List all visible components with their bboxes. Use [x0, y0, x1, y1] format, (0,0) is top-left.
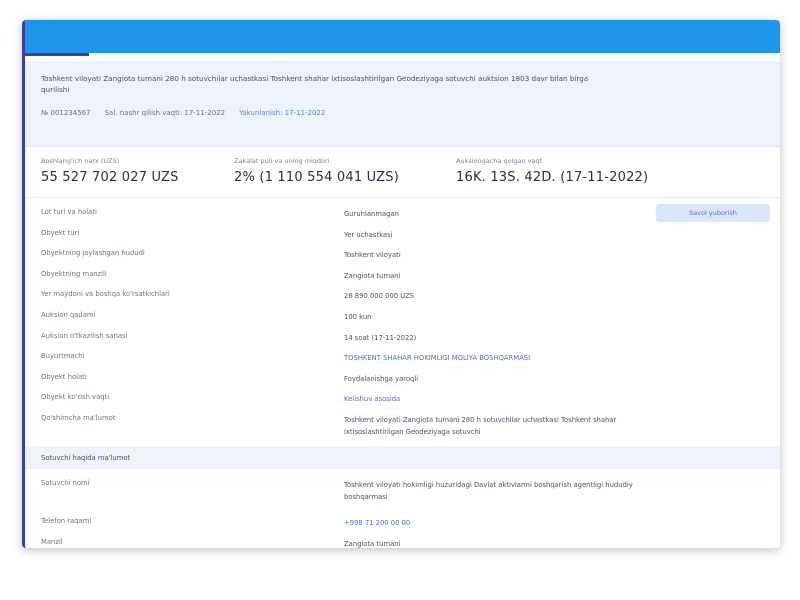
detail-value: 26 890 000 000 UZS [344, 292, 415, 301]
detail-row: Telefon raqami +998 71 200 00 00 [41, 511, 764, 532]
detail-row: Auksion o'tkazilish sanasi 14 soat (17-1… [41, 326, 764, 347]
lot-id: № 001234567 [41, 109, 91, 117]
active-tab-indicator [25, 53, 89, 56]
detail-key: Manzil [41, 537, 63, 546]
detail-value: 100 kun [344, 312, 372, 321]
lot-details: Savol yuborish Lot turi va holati Guruhl… [25, 198, 780, 444]
detail-key: Obyektning joylashgan hududi [41, 249, 145, 258]
customer-link[interactable]: TOSHKENT SHAHAR HOKIMLIGI MOLIYA BOSHQAR… [344, 346, 644, 364]
stat-label: Boshlang'ich narx (UZS) [41, 157, 120, 165]
detail-key: Obyektning manzili [41, 269, 107, 278]
detail-value: Yer uchastkasi [344, 230, 393, 239]
detail-key: Lot turi va holati [41, 208, 97, 216]
detail-value: Guruhlanmagan [344, 210, 399, 218]
stat-label: Zakalat puli va uning miqdori [234, 157, 330, 165]
detail-row: Obyekt holati Foydalanishga yaroqli [41, 367, 764, 388]
stat-label: Auksiongacha qolgan vaqt [456, 157, 543, 165]
detail-key: Obyekt holati [41, 372, 87, 381]
detail-key: Sotuvchi nomi [41, 478, 90, 487]
detail-key: Buyurtmachi [41, 352, 85, 361]
detail-key: Qo'shimcha ma'lumot [41, 413, 116, 422]
detail-value: Toshkent viloyati [344, 251, 401, 260]
detail-row: Buyurtmachi TOSHKENT SHAHAR HOKIMLIGI MO… [41, 346, 764, 367]
detail-row: Sotuvchi nomi Toshkent viloyati hokimlig… [41, 473, 764, 511]
viewing-time-link[interactable]: Kelishuv asosida [344, 387, 644, 405]
price-stats: Boshlang'ich narx (UZS) 55 527 702 027 U… [25, 147, 780, 198]
phone-link[interactable]: +998 71 200 00 00 [344, 511, 644, 529]
detail-key: Obyekt turi [41, 228, 80, 237]
detail-key: Telefon raqami [41, 516, 92, 525]
stat-value: 16K. 13S. 42D. (17-11-2022) [456, 170, 649, 185]
detail-row: Auksion qadami 100 kun [41, 305, 764, 326]
detail-row: Manzil Zangiota tumani [41, 532, 764, 548]
stat-time-left: Auksiongacha qolgan vaqt 16K. 13S. 42D. … [456, 157, 676, 197]
header-bar [25, 20, 780, 53]
detail-value: 14 soat (17-11-2022) [344, 333, 417, 342]
lot-meta: № 001234567 Sal. nashr qilish vaqti: 17-… [41, 109, 764, 117]
detail-value: Toshkent viloyati hokimligi huzuridagi D… [344, 480, 633, 501]
lot-info-panel: Toshkent viloyati Zangiota tumani 280 h … [25, 61, 780, 147]
detail-row: Obyektning manzili Zangiota tumani [41, 264, 764, 285]
detail-key: Yer maydoni va boshqa ko'rsatkichlari [41, 290, 170, 299]
detail-row: Yer maydoni va boshqa ko'rsatkichlari 26… [41, 284, 764, 305]
detail-row: Obyekt turi Yer uchastkasi [41, 223, 764, 244]
detail-key: Auksion o'tkazilish sanasi [41, 331, 128, 340]
detail-row: Obyektning joylashgan hududi Toshkent vi… [41, 243, 764, 264]
detail-value: Foydalanishga yaroqli [344, 374, 419, 383]
detail-value: Toshkent viloyati Zangiota tumani 280 h … [344, 415, 617, 436]
ask-question-button[interactable]: Savol yuborish [656, 204, 770, 222]
lot-card: Toshkent viloyati Zangiota tumani 280 h … [22, 20, 780, 548]
stat-deposit: Zakalat puli va uning miqdori 2% (1 110 … [234, 157, 456, 197]
lot-title: Toshkent viloyati Zangiota tumani 280 h … [41, 74, 589, 94]
stat-value: 2% (1 110 554 041 UZS) [234, 170, 399, 185]
detail-row: Obyekt ko'rish vaqti Kelishuv asosida [41, 387, 764, 408]
deadline-date[interactable]: Yakunlanish: 17-11-2022 [239, 109, 325, 117]
detail-value: Zangiota tumani [344, 539, 401, 548]
detail-value: Zangiota tumani [344, 271, 401, 280]
seller-details: Sotuvchi nomi Toshkent viloyati hokimlig… [25, 469, 780, 548]
published-date: Sal. nashr qilish vaqti: 17-11-2022 [104, 109, 226, 117]
stat-value: 55 527 702 027 UZS [41, 170, 179, 185]
seller-section-title: Sotuvchi haqida ma'lumot [25, 445, 780, 469]
detail-key: Auksion qadami [41, 310, 96, 319]
detail-row: Qo'shimcha ma'lumot Toshkent viloyati Za… [41, 408, 764, 444]
stat-start-price: Boshlang'ich narx (UZS) 55 527 702 027 U… [41, 157, 234, 197]
detail-key: Obyekt ko'rish vaqti [41, 393, 110, 402]
